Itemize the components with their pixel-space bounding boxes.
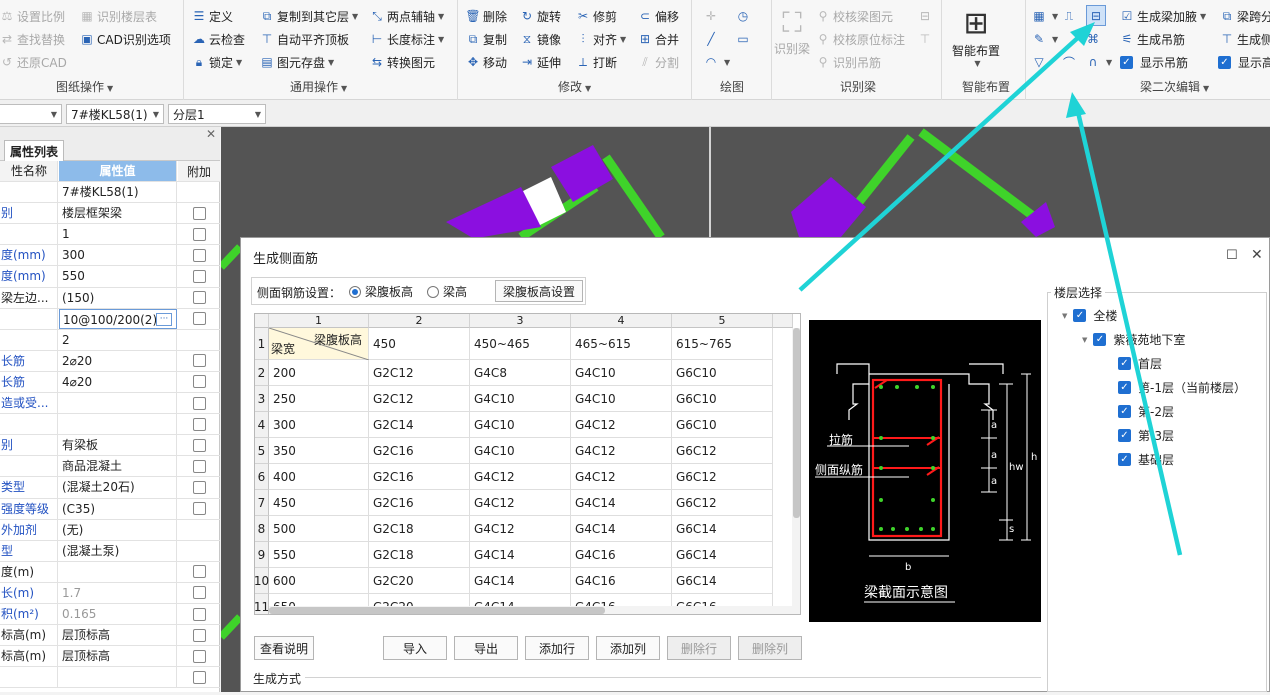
arrow-line <box>798 32 1084 292</box>
arrow-head-icon <box>1066 92 1086 118</box>
floor-panel-title: 楼层选择 <box>1051 284 1106 301</box>
annotation-arrows <box>798 22 1183 556</box>
arrow-line <box>1075 111 1183 556</box>
